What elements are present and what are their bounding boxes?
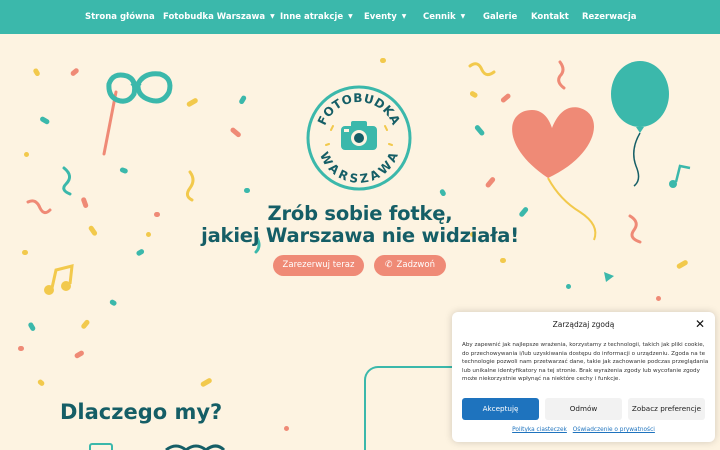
nav-item-label: Kontakt [531, 12, 569, 22]
nav-item-label: Rezerwacja [582, 12, 637, 22]
chevron-down-icon: ▼ [401, 13, 407, 20]
feature-icon [89, 443, 113, 450]
accept-cookies-button[interactable]: Akceptuję [462, 398, 539, 420]
nav-item-attractions[interactable]: Inne atrakcje ▼ [280, 0, 353, 34]
music-note-icon [44, 264, 74, 295]
chevron-down-icon: ▼ [460, 13, 466, 20]
nav-item-events[interactable]: Eventy ▼ [364, 0, 406, 34]
phone-icon: ✆ [385, 260, 393, 270]
cookie-policy-link[interactable]: Polityka ciasteczek [512, 427, 567, 433]
balloon-icon [611, 61, 669, 187]
hero-title-line1: Zrób sobie fotkę, [267, 202, 453, 225]
chevron-down-icon: ▼ [348, 13, 353, 20]
nav-item-label: Inne atrakcje [280, 12, 344, 22]
call-button[interactable]: ✆ Zadzwoń [374, 255, 446, 276]
hero-title: Zrób sobie fotkę, jakiej Warszawa nie wi… [160, 203, 560, 247]
nav-item-label: Cennik [423, 12, 456, 22]
fotobudka-logo[interactable]: FOTOBUDKA WARSZAWA [305, 84, 413, 192]
hero-title-line2: jakiej Warszawa nie widziała! [201, 224, 519, 247]
cookie-consent-dialog: Zarządzaj zgodą ✕ Aby zapewnić jak najle… [452, 312, 715, 442]
nav-item-home[interactable]: Strona główna [85, 0, 155, 34]
mustache-icon [165, 444, 226, 450]
chevron-down-icon: ▼ [270, 13, 275, 20]
nav-item-pricing[interactable]: Cennik ▼ [423, 0, 465, 34]
nav-item-fotobudka[interactable]: Fotobudka Warszawa ▼ [163, 0, 275, 34]
nav-item-reservation[interactable]: Rezerwacja [582, 0, 637, 34]
nav-item-contact[interactable]: Kontakt [531, 0, 569, 34]
nav-item-label: Strona główna [85, 12, 155, 22]
nav-item-label: Galerie [483, 12, 518, 22]
main-navbar: Strona główna Fotobudka Warszawa ▼ Inne a… [0, 0, 720, 34]
call-button-label: Zadzwoń [396, 260, 435, 270]
cookie-links: Polityka ciasteczek Oświadczenie o prywa… [452, 427, 715, 433]
nav-item-label: Eventy [364, 12, 397, 22]
view-preferences-button[interactable]: Zobacz preferencje [628, 398, 705, 420]
nav-item-gallery[interactable]: Galerie [483, 0, 517, 34]
section-title-why-us: Dlaczego my? [60, 400, 223, 424]
cookie-dialog-text: Aby zapewnić jak najlepsze wrażenia, kor… [462, 342, 709, 383]
reserve-now-button[interactable]: Zarezerwuj teraz [273, 255, 364, 276]
music-note-icon [669, 164, 691, 188]
cookie-dialog-title: Zarządzaj zgodą [552, 320, 615, 329]
camera-logo-icon: FOTOBUDKA WARSZAWA [306, 85, 412, 191]
deny-cookies-button[interactable]: Odmów [545, 398, 622, 420]
nav-item-label: Fotobudka Warszawa [163, 12, 266, 22]
privacy-statement-link[interactable]: Oświadczenie o prywatności [573, 427, 655, 433]
close-icon[interactable]: ✕ [693, 317, 707, 331]
party-glasses-icon [102, 71, 173, 156]
